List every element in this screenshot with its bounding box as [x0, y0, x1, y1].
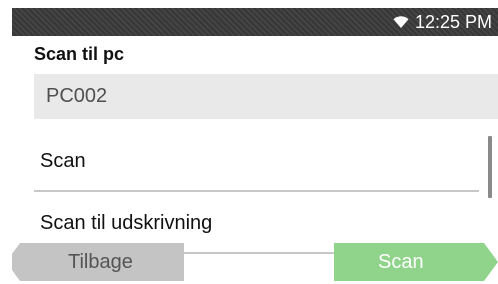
- wifi-icon: [393, 15, 409, 29]
- menu-item-scan[interactable]: Scan: [34, 130, 479, 192]
- back-button-label: Tilbage: [68, 250, 133, 273]
- scrollbar[interactable]: [488, 136, 492, 198]
- menu-item-label: Scan: [40, 149, 86, 172]
- status-bar: 12:25 PM: [12, 8, 498, 36]
- printer-display: 12:25 PM Scan til pc PC002 Scan Scan til…: [12, 8, 498, 284]
- destination-pc-field[interactable]: PC002: [34, 74, 498, 119]
- scan-options-list: Scan Scan til udskrivning: [34, 130, 479, 254]
- status-indicators: 12:25 PM: [393, 12, 492, 32]
- destination-pc-value: PC002: [46, 85, 108, 107]
- menu-item-label: Scan til udskrivning: [40, 211, 213, 234]
- bottom-action-bar: Tilbage Scan: [12, 240, 498, 284]
- scan-button-label: Scan: [378, 250, 424, 273]
- back-button[interactable]: Tilbage: [12, 243, 184, 281]
- clock-time: 12:25 PM: [414, 11, 492, 32]
- scan-button[interactable]: Scan: [334, 243, 498, 281]
- page-title: Scan til pc: [34, 44, 125, 64]
